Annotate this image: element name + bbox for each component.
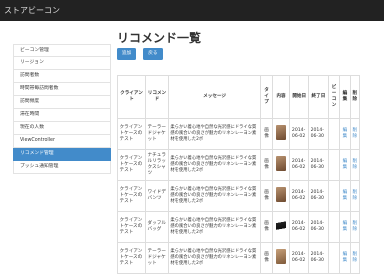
cell-end-date: 2014-06-30 (308, 211, 329, 243)
cell-type: 画像 (260, 242, 273, 274)
sidebar-item-stay-time[interactable]: 滞在時間 (13, 109, 111, 122)
cell-message: 柔らかい着心地や自然な光沢感にドライな質感の風合いの良さが魅力のリネンレーヨン素… (167, 149, 262, 181)
sidebar-item-hourly-visitors[interactable]: 時間帯毎訪問者数 (13, 83, 111, 96)
table-row: クライアントケースのテスト テーラードジャケット 柔らかい着心地や自然な光沢感に… (116, 118, 361, 150)
product-photo-icon (276, 249, 287, 264)
product-photo-icon (276, 156, 287, 171)
sidebar-item-region[interactable]: リージョン (13, 57, 111, 70)
cell-client: クライアントケースのテスト (116, 180, 147, 212)
edit-link[interactable]: 編集 (339, 211, 351, 243)
header-content: 内容 (271, 75, 291, 119)
header-end-date: 終了日 (308, 75, 329, 119)
top-navbar: ストアビーコン (0, 0, 384, 21)
cell-recommend: ダッフルバッグ (145, 211, 169, 243)
cell-start-date: 2014-06-02 (289, 180, 310, 212)
edit-link[interactable]: 編集 (339, 180, 351, 212)
cell-message: 柔らかい着心地や自然な光沢感にドライな質感の風合いの良さが魅力のリネンレーヨン素… (167, 180, 262, 212)
cell-recommend: テーラードジャケット (145, 242, 169, 274)
cell-recommend: ワイドデバンツ (145, 180, 169, 212)
table-row: クライアントケースのテスト ワイドデバンツ 柔らかい着心地や自然な光沢感にドライ… (116, 180, 361, 212)
cell-beacon (327, 118, 341, 150)
product-photo-icon (276, 125, 287, 140)
table-row: クライアントケースのテスト テーラードジャケット 柔らかい着心地や自然な光沢感に… (116, 242, 361, 274)
edit-link[interactable]: 編集 (339, 149, 351, 181)
delete-link[interactable]: 削除 (349, 149, 361, 181)
table-row: クライアントケースのテスト ナチュラルリラックスシャツ 柔らかい着心地や自然な光… (116, 149, 361, 181)
sidebar-item-visit-frequency[interactable]: 訪問頻度 (13, 96, 111, 109)
cell-beacon (327, 242, 341, 274)
cell-type: 画像 (260, 180, 273, 212)
cell-content (271, 242, 291, 274)
cell-end-date: 2014-06-30 (308, 149, 329, 181)
cell-message: 柔らかい着心地や自然な光沢感にドライな質感の風合いの良さが魅力のリネンレーヨン素… (167, 118, 262, 150)
table-row: クライアントケースのテスト ダッフルバッグ 柔らかい着心地や自然な光沢感にドライ… (116, 211, 361, 243)
page-title: リコメンド一覧 (117, 31, 202, 45)
cell-beacon (327, 149, 341, 181)
cell-type: 画像 (260, 211, 273, 243)
cell-client: クライアントケースのテスト (116, 118, 147, 150)
product-photo-icon (276, 218, 287, 233)
cell-client: クライアントケースのテスト (116, 242, 147, 274)
cell-message: 柔らかい着心地や自然な光沢感にドライな質感の風合いの良さが魅力のリネンレーヨン素… (167, 211, 262, 243)
cell-content (271, 118, 291, 150)
cell-type: 画像 (260, 118, 273, 150)
cell-beacon (327, 180, 341, 212)
app-title[interactable]: ストアビーコン (4, 6, 60, 15)
edit-link[interactable]: 編集 (339, 118, 351, 150)
cell-beacon (327, 211, 341, 243)
sidebar-item-current-count[interactable]: 現在の人数 (13, 122, 111, 135)
cell-recommend: ナチュラルリラックスシャツ (145, 149, 169, 181)
header-edit: 編集 (339, 75, 351, 119)
main-content: リコメンド一覧 追加 戻る クライアント リコメンド メッセージ タイプ 内容 … (116, 30, 384, 274)
cell-recommend: テーラードジャケット (145, 118, 169, 150)
sidebar-item-viewcontroller[interactable]: ViewController (13, 135, 111, 148)
sidebar-item-visitors[interactable]: 訪問者数 (13, 70, 111, 83)
delete-link[interactable]: 削除 (349, 242, 361, 274)
header-message: メッセージ (167, 75, 262, 119)
cell-client: クライアントケースのテスト (116, 211, 147, 243)
delete-link[interactable]: 削除 (349, 211, 361, 243)
add-button[interactable]: 追加 (117, 48, 137, 60)
cell-type: 画像 (260, 149, 273, 181)
action-buttons: 追加 戻る (117, 48, 384, 61)
sidebar-item-recommend-management[interactable]: リコメンド管理 (13, 148, 111, 161)
header-start-date: 開始日 (289, 75, 310, 119)
header-delete: 削除 (349, 75, 361, 119)
delete-link[interactable]: 削除 (349, 180, 361, 212)
cell-end-date: 2014-06-30 (308, 242, 329, 274)
sidebar-item-push-management[interactable]: プッシュ通知管理 (13, 161, 111, 174)
cell-start-date: 2014-06-02 (289, 149, 310, 181)
cell-end-date: 2014-06-30 (308, 180, 329, 212)
header-recommend: リコメンド (145, 75, 169, 119)
header-beacon: ビーコン (327, 75, 341, 119)
cell-message: 柔らかい着心地や自然な光沢感にドライな質感の風合いの良さが魅力のリネンレーヨン素… (167, 242, 262, 274)
cell-start-date: 2014-06-02 (289, 118, 310, 150)
cell-content (271, 149, 291, 181)
cell-content (271, 211, 291, 243)
cell-client: クライアントケースのテスト (116, 149, 147, 181)
product-photo-icon (276, 187, 287, 202)
cell-start-date: 2014-06-02 (289, 242, 310, 274)
edit-link[interactable]: 編集 (339, 242, 351, 274)
back-button[interactable]: 戻る (143, 48, 163, 60)
header-client: クライアント (116, 75, 147, 119)
cell-start-date: 2014-06-02 (289, 211, 310, 243)
delete-link[interactable]: 削除 (349, 118, 361, 150)
sidebar: ビーコン管理 リージョン 訪問者数 時間帯毎訪問者数 訪問頻度 滞在時間 現在の… (13, 44, 111, 174)
sidebar-item-beacon-management[interactable]: ビーコン管理 (13, 44, 111, 57)
header-type: タイプ (260, 75, 273, 119)
recommend-table: クライアント リコメンド メッセージ タイプ 内容 開始日 終了日 ビーコン 編… (116, 75, 361, 274)
cell-end-date: 2014-06-30 (308, 118, 329, 150)
table-header-row: クライアント リコメンド メッセージ タイプ 内容 開始日 終了日 ビーコン 編… (116, 75, 361, 119)
cell-content (271, 180, 291, 212)
